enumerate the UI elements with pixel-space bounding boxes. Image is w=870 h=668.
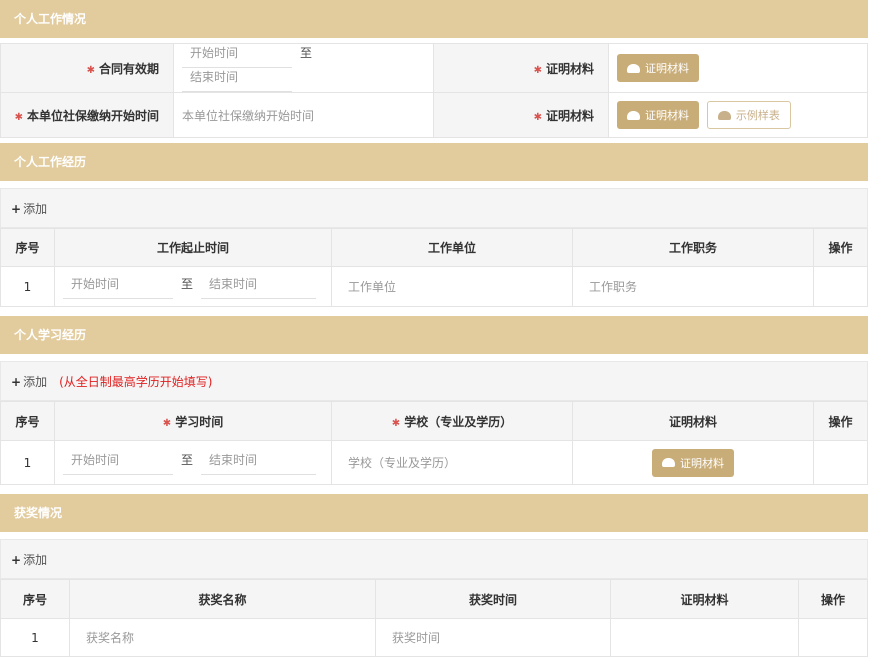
work-form: ✱ 合同有效期 开始时间 至结束时间 ✱ 证明材料 证明材料 ✱ 本单位社保缴纳开始时间… (0, 43, 868, 138)
study-toolbar: + 添加 (从全日制最高学历开始填写) (0, 361, 868, 401)
col-header: ✱ 学习时间 (54, 401, 332, 441)
cloud-upload-icon (627, 63, 640, 73)
table-row: 1 开始时间至结束时间 工作单位 工作职务 (0, 266, 868, 307)
social-start-input[interactable]: 本单位社保缴纳开始时间 (182, 109, 314, 123)
section-header-experience: 个人工作经历 (0, 143, 868, 181)
proof-label-2: ✱ 证明材料 (433, 92, 609, 138)
col-header: 获奖名称 (69, 579, 376, 619)
col-header: 获奖时间 (375, 579, 611, 619)
actions-cell (813, 266, 868, 307)
col-header: ✱ 学校（专业及学历） (331, 401, 573, 441)
add-study-button[interactable]: + 添加 (11, 375, 47, 389)
contract-label: ✱ 合同有效期 (0, 43, 174, 93)
upload-proof-button[interactable]: 证明材料 (617, 54, 699, 82)
proof-cell (610, 618, 799, 657)
row-number: 1 (0, 440, 55, 485)
study-note: (从全日制最高学历开始填写) (59, 375, 213, 389)
plus-icon: + (11, 202, 22, 216)
work-position-input[interactable]: 工作职务 (572, 266, 814, 307)
cloud-upload-icon (662, 458, 675, 467)
row-number: 1 (0, 266, 55, 307)
col-header: 序号 (0, 579, 70, 619)
add-award-button[interactable]: + 添加 (11, 553, 47, 567)
contract-end-input[interactable]: 结束时间 (182, 68, 292, 92)
col-header: 工作职务 (572, 228, 814, 267)
actions-cell (798, 618, 868, 657)
upload-proof-button-2[interactable]: 证明材料 (617, 101, 699, 129)
row-number: 1 (0, 618, 70, 657)
proof-label: ✱ 证明材料 (433, 43, 609, 93)
section-header-awards: 获奖情况 (0, 494, 868, 532)
awards-table: 序号 获奖名称 获奖时间 证明材料 操作 1 获奖名称 获奖时间 (0, 579, 868, 657)
col-header: 序号 (0, 228, 55, 267)
col-header: 证明材料 (572, 401, 814, 441)
plus-icon: + (11, 553, 22, 567)
award-name-input[interactable]: 获奖名称 (69, 618, 376, 657)
col-header: 工作起止时间 (54, 228, 332, 267)
add-experience-button[interactable]: + 添加 (11, 202, 47, 216)
col-header: 证明材料 (610, 579, 799, 619)
study-end-input[interactable]: 结束时间 (201, 451, 317, 475)
plus-icon: + (11, 375, 22, 389)
exp-start-input[interactable]: 开始时间 (63, 275, 173, 299)
exp-end-input[interactable]: 结束时间 (201, 275, 317, 299)
social-label: ✱ 本单位社保缴纳开始时间 (0, 92, 174, 138)
sample-download-button[interactable]: 示例样表 (706, 101, 791, 129)
work-unit-input[interactable]: 工作单位 (331, 266, 573, 307)
table-row: 1 获奖名称 获奖时间 (0, 618, 868, 657)
col-header: 操作 (813, 401, 868, 441)
col-header: 序号 (0, 401, 55, 441)
awards-toolbar: + 添加 (0, 539, 868, 579)
award-time-input[interactable]: 获奖时间 (375, 618, 611, 657)
school-input[interactable]: 学校（专业及学历） (331, 440, 573, 485)
to-label: 至 (181, 452, 194, 467)
col-header: 工作单位 (331, 228, 573, 267)
table-row: 1 开始时间至结束时间 学校（专业及学历） 证明材料 (0, 440, 868, 485)
study-start-input[interactable]: 开始时间 (63, 451, 173, 475)
experience-toolbar: + 添加 (0, 188, 868, 228)
col-header: 操作 (813, 228, 868, 267)
section-header-study: 个人学习经历 (0, 316, 868, 354)
to-label: 至 (181, 276, 194, 291)
upload-study-proof-button[interactable]: 证明材料 (652, 448, 734, 477)
study-table: 序号 ✱ 学习时间 ✱ 学校（专业及学历） 证明材料 操作 1 开始时间至结束时间 学校（专… (0, 401, 868, 485)
contract-start-input[interactable]: 开始时间 (182, 44, 292, 68)
actions-cell (813, 440, 868, 485)
col-header: 操作 (798, 579, 868, 619)
section-header-work: 个人工作情况 (0, 0, 868, 38)
cloud-download-icon (717, 110, 731, 120)
experience-table: 序号 工作起止时间 工作单位 工作职务 操作 1 开始时间至结束时间 工作单位 工作职务 (0, 228, 868, 307)
cloud-upload-icon (627, 110, 640, 120)
to-label: 至 (300, 46, 313, 60)
